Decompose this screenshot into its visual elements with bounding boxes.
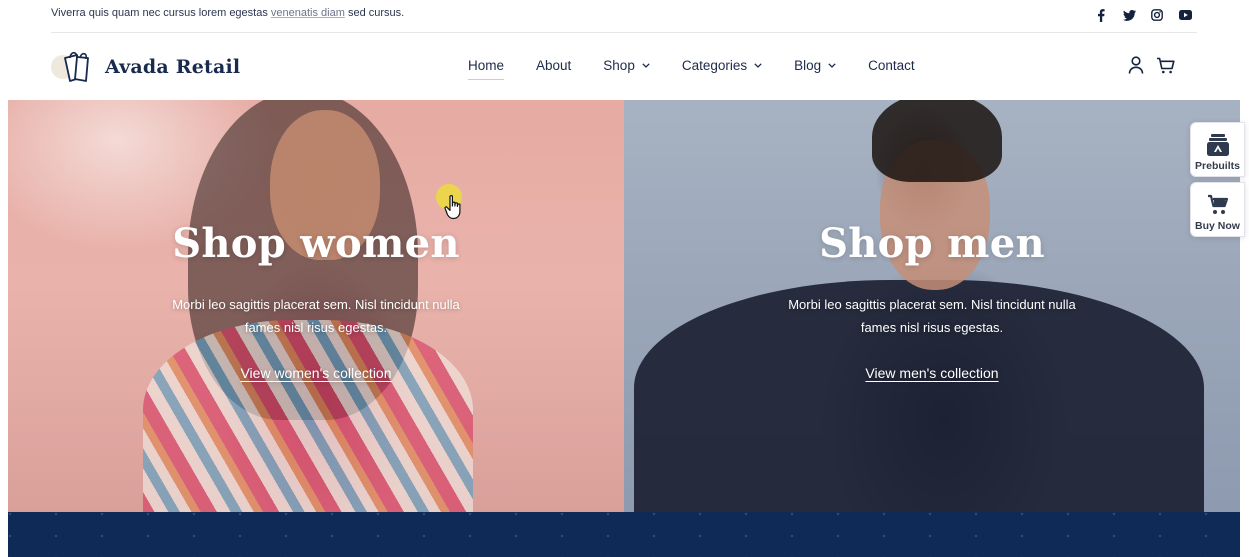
prebuilts-widget[interactable]: Prebuilts xyxy=(1190,122,1245,177)
brand-name: Avada Retail xyxy=(105,56,241,78)
top-bar: Viverra quis quam nec cursus lorem egest… xyxy=(51,0,1197,33)
site-header: Avada Retail Home About Shop Categories … xyxy=(0,33,1249,100)
prebuilts-icon xyxy=(1191,131,1244,159)
nav-label: About xyxy=(536,58,572,73)
model-hair xyxy=(872,100,1002,182)
nav-item-blog[interactable]: Blog xyxy=(794,58,836,73)
chevron-down-icon xyxy=(828,63,836,68)
main-nav: Home About Shop Categories Blog Contact xyxy=(468,58,947,80)
facebook-icon[interactable] xyxy=(1092,7,1110,23)
buy-now-widget[interactable]: Buy Now xyxy=(1190,182,1245,237)
nav-label: Blog xyxy=(794,58,822,73)
youtube-icon[interactable] xyxy=(1176,7,1194,23)
footer-band xyxy=(8,512,1240,557)
nav-label: Categories xyxy=(681,58,748,73)
mouse-cursor xyxy=(436,184,470,230)
nav-item-shop[interactable]: Shop xyxy=(603,58,650,73)
chevron-down-icon xyxy=(754,63,762,68)
nav-item-contact[interactable]: Contact xyxy=(868,58,915,73)
hero-men-content: Shop men Morbi leo sagittis placerat sem… xyxy=(624,220,1240,383)
instagram-icon[interactable] xyxy=(1148,7,1166,23)
top-bar-text: Viverra quis quam nec cursus lorem egest… xyxy=(51,7,271,19)
nav-label: Contact xyxy=(868,58,915,73)
top-bar-link[interactable]: venenatis diam xyxy=(271,7,345,19)
hero-women-title: Shop women xyxy=(172,220,460,267)
view-mens-collection-link[interactable]: View men's collection xyxy=(865,365,998,381)
header-actions xyxy=(1126,55,1175,75)
top-bar-message: Viverra quis quam nec cursus lorem egest… xyxy=(51,7,404,19)
cart-icon xyxy=(1191,191,1244,219)
view-womens-collection-link[interactable]: View women's collection xyxy=(240,365,391,381)
prebuilts-label: Prebuilts xyxy=(1195,160,1240,172)
hand-pointer-icon xyxy=(444,195,461,220)
buy-now-label: Buy Now xyxy=(1195,220,1240,232)
hero-men-title: Shop men xyxy=(819,220,1045,267)
top-bar-text-end: sed cursus. xyxy=(344,7,405,19)
nav-item-home[interactable]: Home xyxy=(468,58,505,80)
chevron-down-icon xyxy=(642,63,650,68)
nav-item-categories[interactable]: Categories xyxy=(682,58,762,73)
nav-label: Shop xyxy=(603,58,635,73)
user-icon[interactable] xyxy=(1126,55,1146,75)
hero-women: Shop women Morbi leo sagittis placerat s… xyxy=(8,100,624,512)
shopping-bags-icon xyxy=(51,50,97,84)
hero-women-content: Shop women Morbi leo sagittis placerat s… xyxy=(8,220,624,383)
social-links xyxy=(1092,7,1194,23)
brand-logo[interactable]: Avada Retail xyxy=(51,50,240,84)
cart-icon[interactable] xyxy=(1155,55,1175,75)
hero-women-text: Morbi leo sagittis placerat sem. Nisl ti… xyxy=(172,297,460,335)
hero-men-text: Morbi leo sagittis placerat sem. Nisl ti… xyxy=(788,297,1076,335)
twitter-icon[interactable] xyxy=(1120,7,1138,23)
nav-label: Home xyxy=(468,58,505,73)
nav-item-about[interactable]: About xyxy=(536,58,571,73)
hero-men: Shop men Morbi leo sagittis placerat sem… xyxy=(624,100,1240,512)
